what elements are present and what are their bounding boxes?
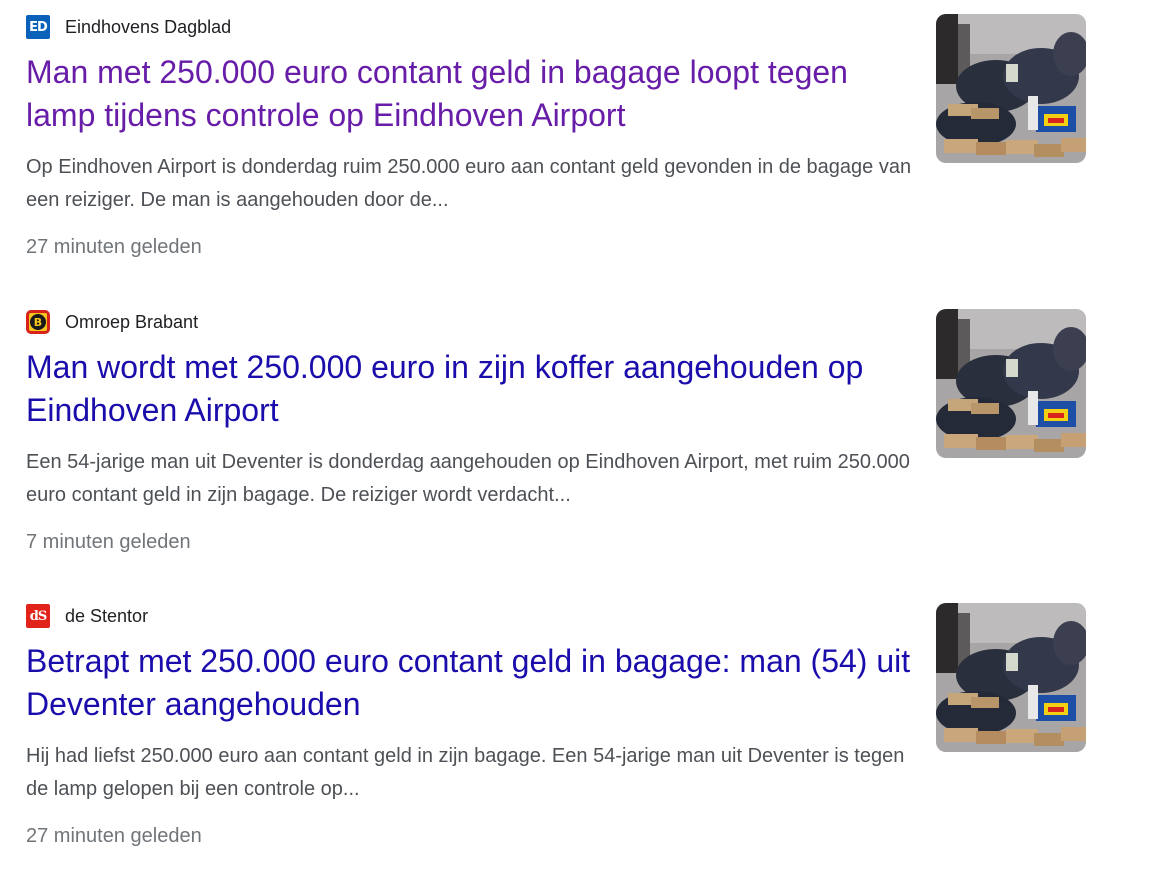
news-result: B Omroep Brabant Man wordt met 250.000 e… [0,295,1166,575]
source-name: de Stentor [65,606,149,626]
headline-link[interactable]: Betrapt met 250.000 euro contant geld in… [26,640,916,726]
news-result: ED Eindhovens Dagblad Man met 250.000 eu… [0,0,1166,280]
news-result: dS de Stentor Betrapt met 250.000 euro c… [0,589,1166,869]
snippet: Hij had liefst 250.000 euro aan contant … [26,745,905,800]
source-row[interactable]: B Omroep Brabant [26,309,198,335]
timestamp: 27 minuten geleden [26,236,202,258]
timestamp: 7 minuten geleden [26,531,191,553]
source-row[interactable]: dS de Stentor [26,603,148,629]
headline-link[interactable]: Man wordt met 250.000 euro in zijn koffe… [26,346,916,432]
source-name: Omroep Brabant [65,312,199,332]
headline-link[interactable]: Man met 250.000 euro contant geld in bag… [26,51,916,137]
source-row[interactable]: ED Eindhovens Dagblad [26,14,231,40]
omroep-brabant-logo-icon: B [26,310,50,334]
source-name: Eindhovens Dagblad [65,17,232,37]
timestamp: 27 minuten geleden [26,825,202,847]
thumbnail-image[interactable] [936,14,1086,163]
de-stentor-logo-icon: dS [26,604,50,628]
thumbnail-image[interactable] [936,309,1086,458]
snippet: Op Eindhoven Airport is donderdag ruim 2… [26,156,912,211]
eindhovens-dagblad-logo-icon: ED [26,15,50,39]
thumbnail-image[interactable] [936,603,1086,752]
omroep-brabant-logo-letter: B [30,314,46,330]
snippet: Een 54-jarige man uit Deventer is donder… [26,451,910,506]
